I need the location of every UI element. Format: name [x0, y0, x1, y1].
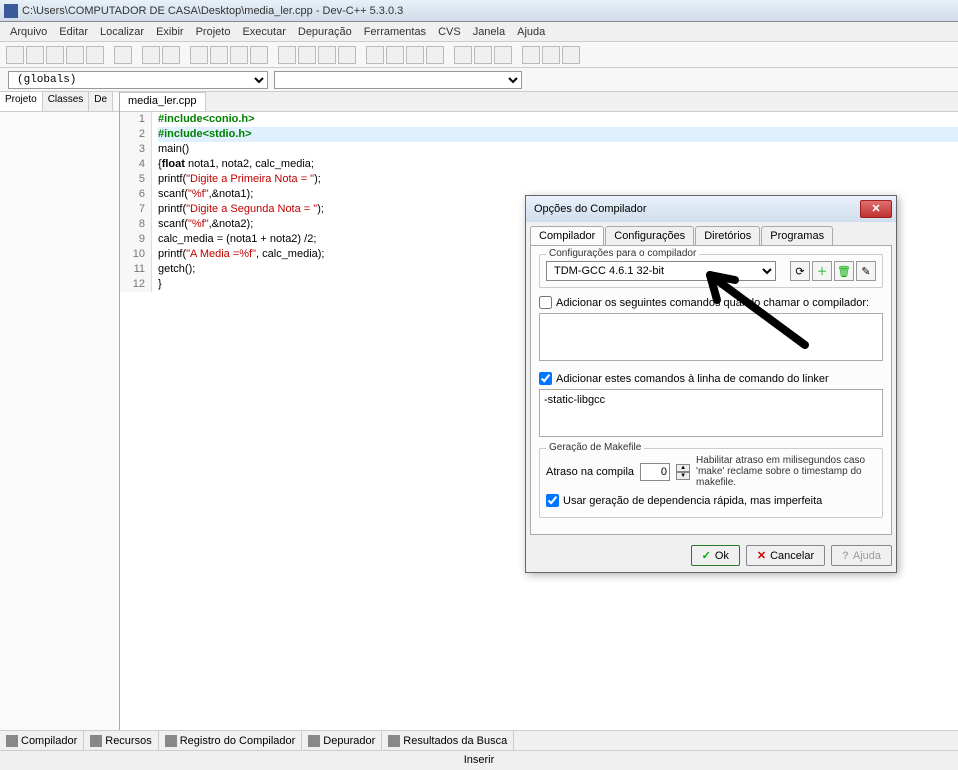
call-commands-textarea[interactable] [539, 313, 883, 361]
tb-new-icon[interactable] [6, 46, 24, 64]
btab-recursos[interactable]: Recursos [84, 731, 158, 750]
chk-fastdep-label: Usar geração de dependencia rápida, mas … [563, 495, 822, 507]
menu-ferramentas[interactable]: Ferramentas [358, 24, 432, 40]
dlg-tab-compilador[interactable]: Compilador [530, 226, 604, 245]
refresh-icon[interactable]: ⟳ [790, 261, 810, 281]
linker-commands-textarea[interactable]: -static-libgcc [539, 389, 883, 437]
rename-icon[interactable]: ✎ [856, 261, 876, 281]
btab-registro[interactable]: Registro do Compilador [159, 731, 303, 750]
menu-localizar[interactable]: Localizar [94, 24, 150, 40]
help-button[interactable]: ?Ajuda [831, 545, 892, 566]
tb-compilerun-icon[interactable] [318, 46, 336, 64]
btab-compilador[interactable]: Compilador [0, 731, 84, 750]
tb-grid1-icon[interactable] [366, 46, 384, 64]
toolbar [0, 42, 958, 68]
file-tab[interactable]: media_ler.cpp [120, 92, 206, 111]
tb-run-icon[interactable] [298, 46, 316, 64]
tb-stop-icon[interactable] [494, 46, 512, 64]
menubar: Arquivo Editar Localizar Exibir Projeto … [0, 22, 958, 42]
chk-call-label: Adicionar os seguintes comandos quando c… [556, 297, 869, 309]
tb-misc2-icon[interactable] [542, 46, 560, 64]
chk-linker-label: Adicionar estes comandos à linha de coma… [556, 373, 829, 385]
tb-debug-icon[interactable] [454, 46, 472, 64]
dlg-tab-config[interactable]: Configurações [605, 226, 694, 245]
menu-exibir[interactable]: Exibir [150, 24, 190, 40]
tb-findfiles-icon[interactable] [230, 46, 248, 64]
dialog-title: Opções do Compilador [534, 203, 647, 215]
question-icon: ? [842, 550, 849, 562]
dlg-tab-programas[interactable]: Programas [761, 226, 833, 245]
x-icon: ✕ [757, 549, 766, 562]
members-combo[interactable] [274, 71, 522, 89]
btab-depurador[interactable]: Depurador [302, 731, 382, 750]
tb-close-icon[interactable] [86, 46, 104, 64]
tb-chart-icon[interactable] [474, 46, 492, 64]
gutter: 123456789101112 [120, 112, 152, 292]
window-title: C:\Users\COMPUTADOR DE CASA\Desktop\medi… [22, 5, 403, 17]
tb-grid3-icon[interactable] [406, 46, 424, 64]
tb-saveall-icon[interactable] [66, 46, 84, 64]
tb-save-icon[interactable] [46, 46, 64, 64]
menu-editar[interactable]: Editar [53, 24, 94, 40]
ok-button[interactable]: ✓Ok [691, 545, 740, 566]
menu-janela[interactable]: Janela [467, 24, 511, 40]
side-tab-projeto[interactable]: Projeto [0, 92, 43, 111]
tb-find-icon[interactable] [190, 46, 208, 64]
tb-rebuild-icon[interactable] [338, 46, 356, 64]
dlg-tab-diretorios[interactable]: Diretórios [695, 226, 760, 245]
delay-spinner[interactable]: ▲▼ [676, 464, 690, 480]
delay-hint: Habilitar atraso em milisegundos caso 'm… [696, 455, 876, 488]
check-icon [308, 735, 320, 747]
tb-grid4-icon[interactable] [426, 46, 444, 64]
menu-projeto[interactable]: Projeto [190, 24, 237, 40]
makefile-label: Geração de Makefile [546, 442, 644, 453]
log-icon [165, 735, 177, 747]
statusbar: Inserir [0, 750, 958, 768]
close-button[interactable]: ✕ [860, 200, 892, 218]
menu-cvs[interactable]: CVS [432, 24, 467, 40]
check-icon: ✓ [702, 549, 711, 562]
add-icon[interactable]: ＋ [812, 261, 832, 281]
compiler-options-dialog: Opções do Compilador ✕ Compilador Config… [525, 195, 897, 573]
globals-combo[interactable]: (globals) [8, 71, 268, 89]
cancel-button[interactable]: ✕Cancelar [746, 545, 825, 566]
btab-busca[interactable]: Resultados da Busca [382, 731, 514, 750]
menu-depuracao[interactable]: Depuração [292, 24, 358, 40]
compiler-config-label: Configurações para o compilador [546, 248, 699, 259]
tb-open-icon[interactable] [26, 46, 44, 64]
delay-label: Atraso na compila [546, 466, 634, 478]
tb-undo-icon[interactable] [142, 46, 160, 64]
tb-replace-icon[interactable] [210, 46, 228, 64]
search-icon [388, 735, 400, 747]
chk-linker-commands[interactable] [539, 372, 552, 385]
side-panel: Projeto Classes De [0, 92, 120, 742]
menu-executar[interactable]: Executar [236, 24, 291, 40]
tb-grid2-icon[interactable] [386, 46, 404, 64]
tb-compile-icon[interactable] [278, 46, 296, 64]
tb-goto-icon[interactable] [250, 46, 268, 64]
chk-fastdep[interactable] [546, 494, 559, 507]
titlebar: C:\Users\COMPUTADOR DE CASA\Desktop\medi… [0, 0, 958, 22]
bottom-tabs: Compilador Recursos Registro do Compilad… [0, 730, 958, 750]
combobar: (globals) [0, 68, 958, 92]
delay-input[interactable] [640, 463, 670, 481]
menu-ajuda[interactable]: Ajuda [511, 24, 551, 40]
compiler-select[interactable]: TDM-GCC 4.6.1 32-bit [546, 261, 776, 281]
tb-misc3-icon[interactable] [562, 46, 580, 64]
side-tab-debug[interactable]: De [89, 92, 113, 111]
delete-icon[interactable]: 🗑 [834, 261, 854, 281]
app-icon [4, 4, 18, 18]
tb-redo-icon[interactable] [162, 46, 180, 64]
menu-arquivo[interactable]: Arquivo [4, 24, 53, 40]
side-tab-classes[interactable]: Classes [43, 92, 90, 111]
chk-call-commands[interactable] [539, 296, 552, 309]
resource-icon [90, 735, 102, 747]
tb-print-icon[interactable] [114, 46, 132, 64]
tb-misc1-icon[interactable] [522, 46, 540, 64]
grid-icon [6, 735, 18, 747]
